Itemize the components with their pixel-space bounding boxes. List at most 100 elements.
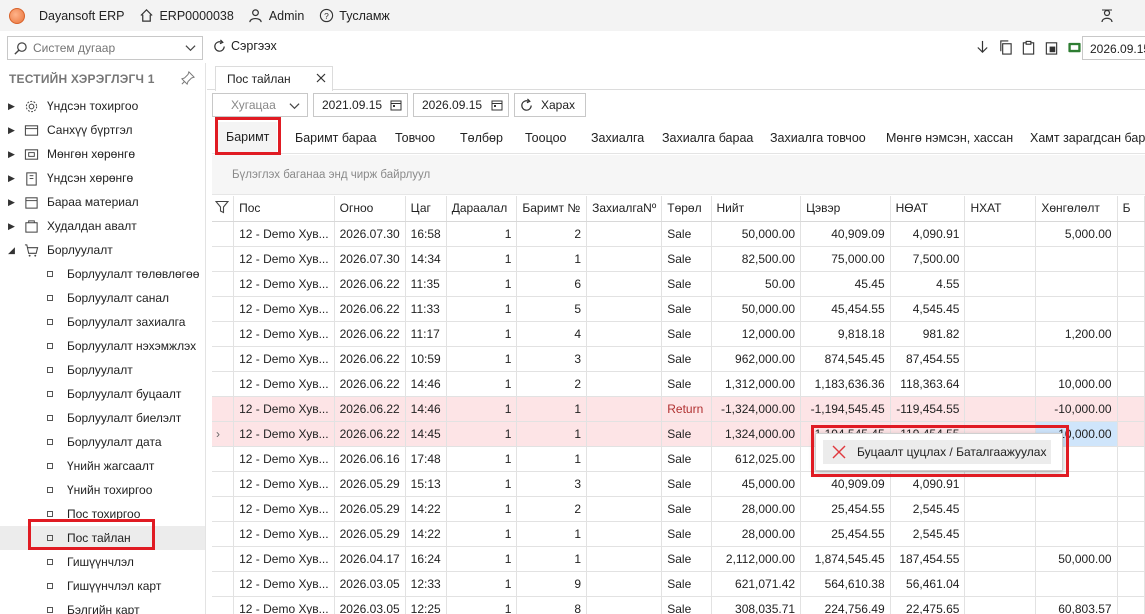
table-cell[interactable]: 3 [516, 346, 588, 372]
table-cell[interactable] [964, 521, 1037, 547]
table-cell[interactable] [964, 346, 1037, 372]
table-cell[interactable]: Sale [661, 471, 712, 497]
table-cell[interactable]: 2026.06.16 [334, 446, 406, 472]
table-cell[interactable] [964, 246, 1037, 272]
refresh-button[interactable]: Сэргээх [212, 38, 277, 54]
column-header[interactable]: НӨАТ [890, 196, 966, 222]
table-cell[interactable] [964, 471, 1037, 497]
table-cell[interactable] [586, 521, 663, 547]
group-by-panel[interactable]: Бүлэглэх баганаа энд чирж байрлуул [212, 155, 1145, 195]
table-cell[interactable]: 1 [446, 471, 518, 497]
table-cell[interactable] [1035, 571, 1118, 597]
table-cell[interactable]: Sale [661, 296, 712, 322]
table-cell[interactable] [964, 271, 1037, 297]
calendar-icon[interactable] [491, 99, 503, 111]
table-cell[interactable]: 2026.07.30 [334, 246, 406, 272]
table-cell[interactable]: 9,818.18 [800, 321, 891, 347]
table-cell[interactable] [586, 346, 663, 372]
table-cell[interactable]: -10,000.00 [1035, 396, 1118, 422]
sidebar-item-sales[interactable]: ◢ Борлуулалт [0, 238, 205, 262]
table-cell[interactable]: 14:46 [405, 371, 447, 397]
row-indicator[interactable]: › [212, 421, 235, 447]
table-cell[interactable]: 45.45 [800, 271, 891, 297]
table-cell[interactable]: 82,500.00 [711, 246, 802, 272]
table-cell[interactable]: 308,035.71 [711, 596, 802, 614]
table-cell[interactable] [1117, 446, 1145, 472]
expand-arrow-icon[interactable]: ▶ [8, 173, 15, 184]
table-cell[interactable]: 12 - Demo Хув... [233, 571, 335, 597]
expand-arrow-icon[interactable]: ▶ [8, 197, 15, 208]
table-cell[interactable]: 9 [516, 571, 588, 597]
filter-icon[interactable] [212, 196, 235, 222]
table-cell[interactable]: 10:59 [405, 346, 447, 372]
table-cell[interactable]: 3 [516, 471, 588, 497]
table-cell[interactable] [586, 246, 663, 272]
table-cell[interactable]: -1,194,545.45 [800, 396, 891, 422]
table-cell[interactable]: 1 [446, 421, 518, 447]
sidebar-item-sales-plan[interactable]: Борлуулалт төлөвлөгөө [0, 262, 205, 286]
pin-icon[interactable] [180, 70, 196, 86]
sidebar-item-finance[interactable]: ▶ Санхүү бүртгэл [0, 118, 205, 142]
sidebar-item-gift-card[interactable]: Бэлгийн карт [0, 598, 205, 614]
table-cell[interactable]: 87,454.55 [890, 346, 966, 372]
row-indicator[interactable] [212, 396, 235, 422]
table-cell[interactable]: 2026.06.22 [334, 421, 406, 447]
row-indicator[interactable] [212, 321, 235, 347]
table-cell[interactable]: 962,000.00 [711, 346, 802, 372]
table-cell[interactable]: 1 [446, 521, 518, 547]
table-cell[interactable]: 4,090.91 [890, 221, 966, 247]
table-cell[interactable]: 1 [446, 271, 518, 297]
table-cell[interactable]: 1 [516, 396, 588, 422]
table-cell[interactable]: 12,000.00 [711, 321, 802, 347]
table-cell[interactable]: Sale [661, 271, 712, 297]
table-cell[interactable] [586, 371, 663, 397]
period-combo[interactable]: Хугацаа [212, 93, 308, 117]
table-cell[interactable]: 2026.06.22 [334, 296, 406, 322]
table-cell[interactable]: 14:46 [405, 396, 447, 422]
table-cell[interactable]: 12 - Demo Хув... [233, 521, 335, 547]
sidebar-item-fixed-assets[interactable]: ▶ Үндсэн хөрөнгө [0, 166, 205, 190]
table-row[interactable]: 12 - Demo Хув... 2026.07.30 16:58 1 2 Sale 50,… [212, 221, 1145, 247]
table-cell[interactable]: 1 [516, 521, 588, 547]
sidebar-item-sales-return[interactable]: Борлуулалт буцаалт [0, 382, 205, 406]
table-cell[interactable] [1117, 471, 1145, 497]
paste-icon[interactable] [1043, 39, 1060, 56]
table-cell[interactable] [1035, 346, 1118, 372]
company-button[interactable]: ERP0000038 [138, 8, 234, 24]
table-row[interactable]: 12 - Demo Хув... 2026.06.22 11:17 1 4 Sale 12,… [212, 321, 1145, 347]
table-cell[interactable] [1117, 596, 1145, 614]
table-cell[interactable]: 2 [516, 221, 588, 247]
table-cell[interactable]: 16:24 [405, 546, 447, 572]
cancel-return-confirm-menu-item[interactable]: Буцаалт цуцлах / Баталгаажуулах [823, 440, 1051, 464]
table-cell[interactable] [964, 371, 1037, 397]
system-number-search[interactable] [7, 36, 203, 60]
table-cell[interactable] [586, 421, 663, 447]
table-row[interactable]: 12 - Demo Хув... 2026.07.30 14:34 1 1 Sale 82,… [212, 246, 1145, 272]
table-cell[interactable] [1117, 321, 1145, 347]
table-cell[interactable]: 15:13 [405, 471, 447, 497]
table-cell[interactable] [586, 496, 663, 522]
table-cell[interactable]: 45,454.55 [800, 296, 891, 322]
chevron-down-icon[interactable] [289, 100, 300, 114]
table-cell[interactable]: 5 [516, 296, 588, 322]
sidebar-item-sales-main[interactable]: Борлуулалт [0, 358, 205, 382]
table-cell[interactable] [964, 546, 1037, 572]
row-indicator[interactable] [212, 571, 235, 597]
column-header[interactable]: Огноо [334, 196, 406, 222]
table-cell[interactable]: Sale [661, 446, 712, 472]
close-icon[interactable] [314, 71, 328, 85]
table-cell[interactable] [1035, 271, 1118, 297]
table-cell[interactable]: 17:48 [405, 446, 447, 472]
help-button[interactable]: ? Тусламж [318, 8, 390, 24]
column-header[interactable]: ЗахиалгаNº [586, 196, 663, 222]
table-cell[interactable]: 2026.05.29 [334, 471, 406, 497]
table-cell[interactable]: 14:34 [405, 246, 447, 272]
table-cell[interactable]: 2026.05.29 [334, 496, 406, 522]
row-indicator[interactable] [212, 596, 235, 614]
sidebar-item-price-settings[interactable]: Үнийн тохиргоо [0, 478, 205, 502]
table-cell[interactable]: 12 - Demo Хув... [233, 346, 335, 372]
table-cell[interactable]: 12 - Demo Хув... [233, 246, 335, 272]
column-header[interactable]: Дараалал [446, 196, 518, 222]
table-cell[interactable]: 11:33 [405, 296, 447, 322]
table-cell[interactable]: 612,025.00 [711, 446, 802, 472]
